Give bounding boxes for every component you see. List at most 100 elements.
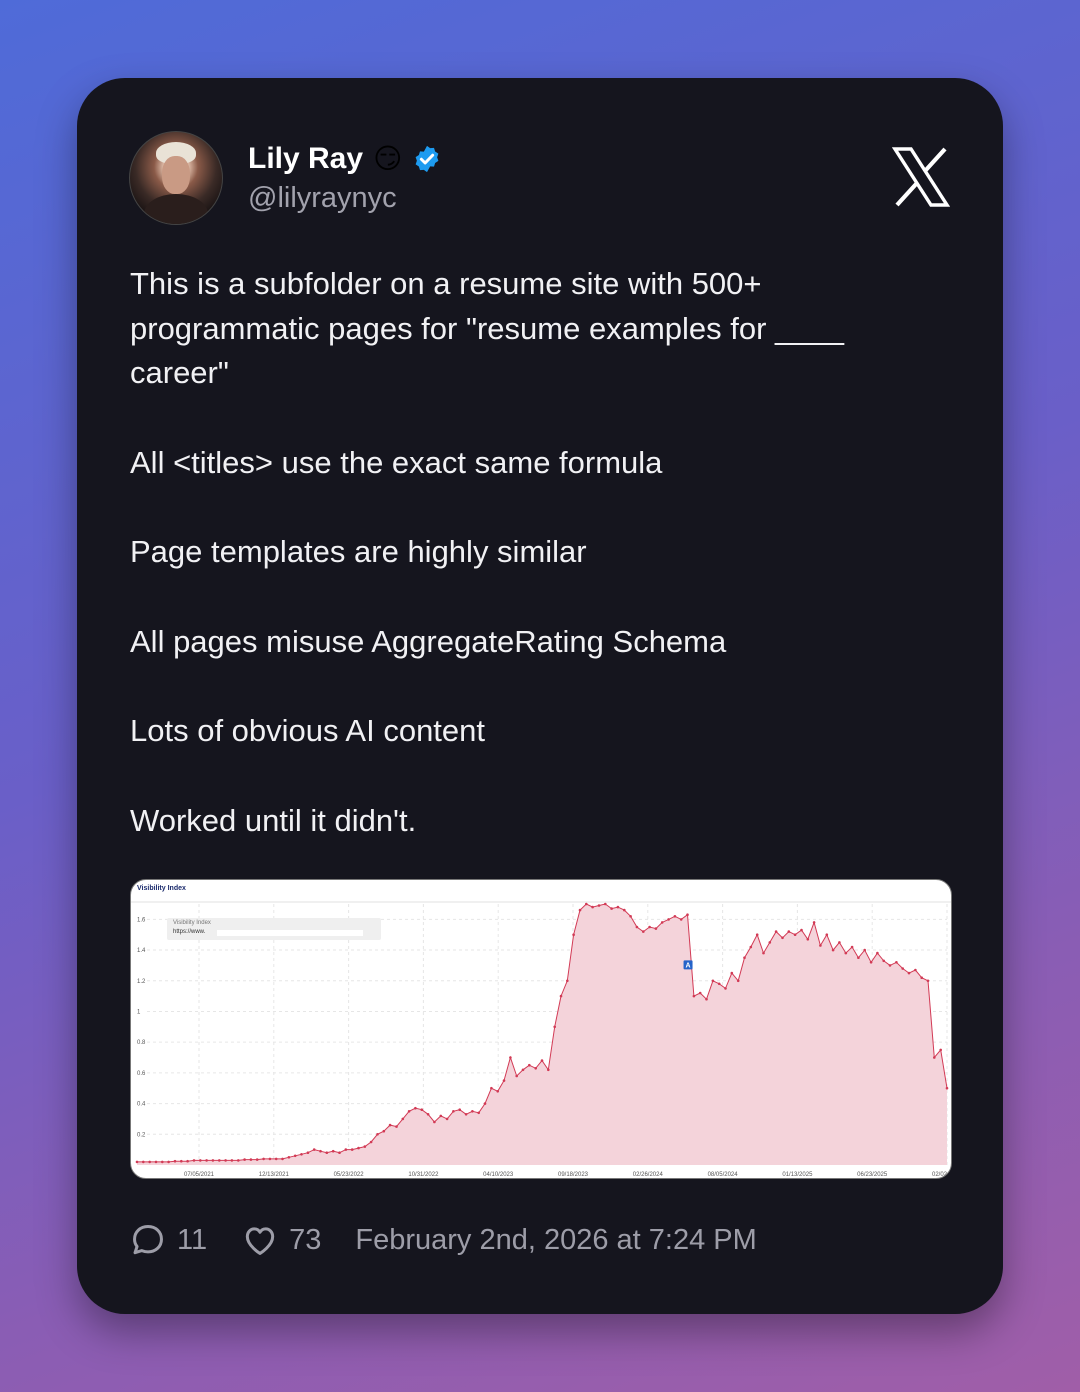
data-point (945, 1086, 949, 1090)
x-tick-label: 01/13/2025 (782, 1172, 813, 1178)
x-logo-icon[interactable] (892, 146, 950, 208)
x-tick-label: 10/31/2022 (408, 1172, 439, 1178)
x-tick-label: 05/23/2022 (334, 1172, 365, 1178)
data-point (648, 925, 651, 929)
data-point (585, 902, 588, 906)
data-point (762, 951, 765, 955)
data-point (926, 979, 930, 983)
data-point (388, 1123, 392, 1127)
data-point (331, 1149, 335, 1153)
data-point (629, 915, 632, 918)
tweet-paragraph: Lots of obvious AI content (130, 713, 486, 748)
data-point (344, 1148, 348, 1151)
data-point (154, 1160, 158, 1164)
data-point (806, 938, 810, 941)
y-tick-label: 1.4 (137, 948, 146, 954)
tweet-timestamp[interactable]: February 2nd, 2026 at 7:24 PM (355, 1224, 756, 1257)
data-point (173, 1159, 177, 1163)
data-point (768, 941, 772, 944)
data-point (781, 936, 784, 940)
data-point (698, 991, 702, 995)
x-tick-label: 07/05/2021 (184, 1172, 215, 1178)
x-tick-label: 08/05/2024 (708, 1172, 739, 1178)
attached-chart-image[interactable]: 0.2 0.4 0.6 0.8 1 1.2 1.4 1.6 07/05/2021 12/13/20… (130, 879, 952, 1179)
data-point (287, 1156, 291, 1159)
data-point (268, 1157, 272, 1161)
author-name[interactable]: Lily Ray (248, 142, 363, 176)
data-point (521, 1068, 525, 1072)
y-tick-label: 0.8 (137, 1040, 146, 1046)
data-point (262, 1157, 265, 1161)
author-name-row: Lily Ray 😏 (248, 142, 442, 176)
y-tick-label: 0.2 (137, 1132, 146, 1138)
data-point (591, 905, 594, 909)
data-point (578, 908, 582, 912)
y-tick-label: 1.2 (137, 979, 146, 985)
tweet-footer: 11 73 February 2nd, 2026 at 7:24 PM (129, 1216, 757, 1264)
data-point (211, 1159, 215, 1162)
data-point (812, 921, 816, 924)
data-point (907, 971, 911, 975)
data-point (724, 987, 727, 990)
data-point (224, 1159, 227, 1162)
data-point (705, 997, 708, 1001)
data-point (395, 1125, 398, 1128)
data-point (458, 1108, 462, 1111)
tweet-paragraph: All pages misuse AggregateRating Schema (130, 623, 727, 659)
data-point (255, 1158, 259, 1161)
data-point (895, 961, 898, 964)
data-point (199, 1159, 202, 1162)
data-point (819, 944, 822, 947)
data-point (293, 1154, 297, 1158)
data-point (800, 928, 803, 932)
data-point (616, 905, 620, 909)
tweet-paragraph: All <titles> use the exact same formula (130, 444, 663, 480)
data-point (914, 968, 917, 972)
data-point (711, 979, 715, 983)
data-point (933, 1056, 936, 1059)
like-action[interactable]: 73 (241, 1221, 321, 1259)
reply-count: 11 (177, 1223, 208, 1256)
data-point (679, 918, 683, 921)
verified-badge-icon (415, 145, 439, 173)
data-point (186, 1159, 189, 1163)
tweet-paragraph: Worked until it didn't. (130, 802, 417, 838)
reply-action[interactable]: 11 (129, 1221, 207, 1259)
data-point (743, 956, 746, 959)
data-point (180, 1159, 183, 1163)
data-point (901, 967, 904, 970)
data-point (667, 918, 670, 921)
data-point (205, 1159, 208, 1162)
tweet-body: This is a subfolder on a resume site wit… (130, 262, 950, 843)
avatar-face (162, 156, 190, 194)
data-point (161, 1160, 164, 1164)
tweet-paragraph: This is a subfolder on a resume site wit… (130, 266, 844, 390)
data-point (300, 1153, 303, 1156)
like-count: 73 (289, 1223, 322, 1256)
data-point (528, 1063, 531, 1067)
data-point (939, 1048, 942, 1052)
data-point (167, 1160, 170, 1164)
data-point (420, 1108, 424, 1111)
data-point (237, 1159, 240, 1162)
data-point (338, 1151, 341, 1154)
data-point (148, 1160, 151, 1164)
data-point (306, 1151, 310, 1154)
avatar[interactable] (129, 131, 223, 225)
data-point (490, 1086, 493, 1090)
heart-icon (245, 1227, 275, 1255)
data-point (509, 1056, 512, 1059)
data-point (407, 1110, 411, 1113)
data-point (540, 1059, 544, 1062)
y-tick-label: 1 (137, 1009, 141, 1015)
data-point (433, 1120, 436, 1124)
data-point (717, 982, 721, 986)
data-point (192, 1159, 196, 1162)
data-point (660, 921, 664, 924)
data-point (869, 961, 873, 964)
tooltip-url: https://www. (173, 929, 206, 935)
data-point (876, 951, 879, 955)
data-point (831, 948, 835, 952)
author-handle[interactable]: @lilyraynyc (248, 182, 397, 215)
x-tick-label: 04/10/2023 (483, 1172, 514, 1178)
